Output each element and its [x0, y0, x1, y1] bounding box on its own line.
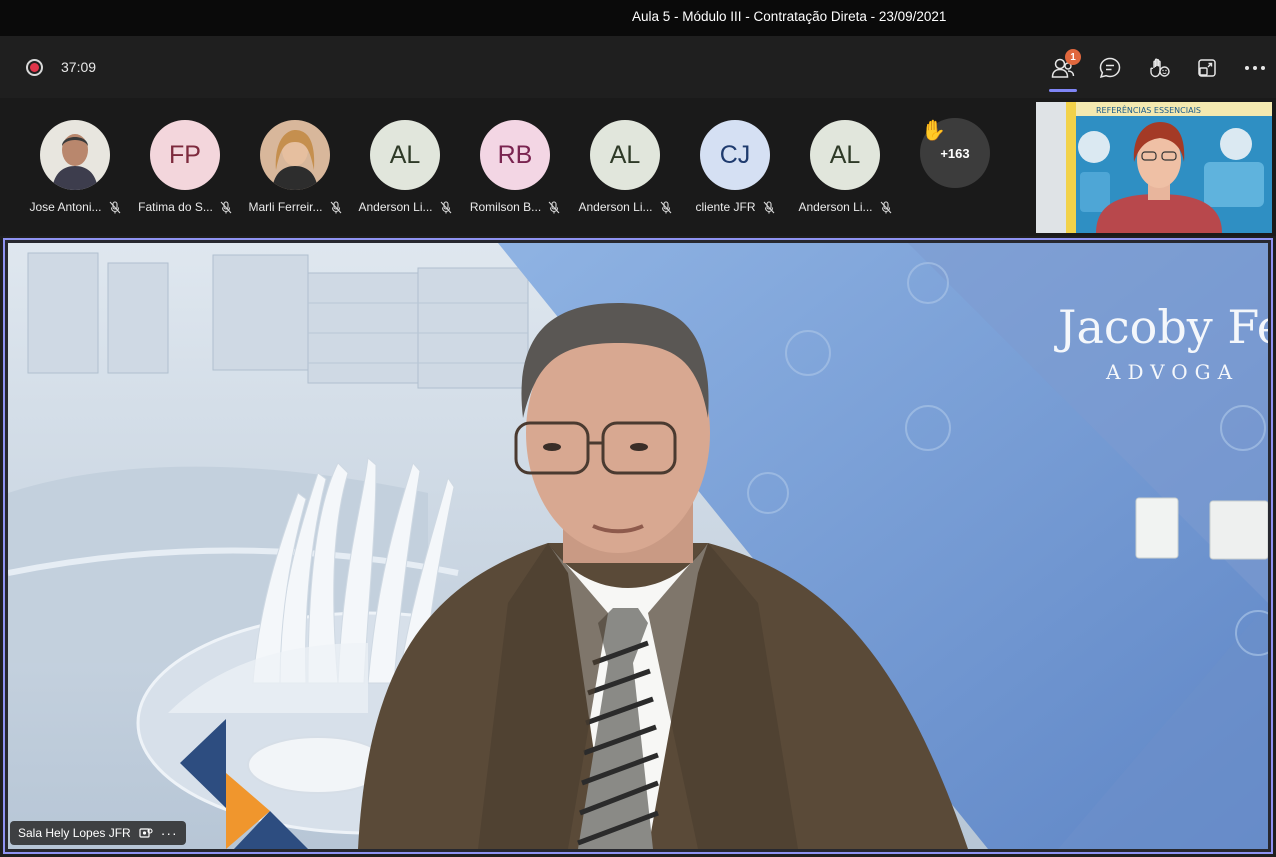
participant-avatar: AL [370, 120, 440, 190]
meeting-timer: 37:09 [61, 59, 97, 75]
presenter-name: Sala Hely Lopes JFR [18, 826, 131, 840]
mic-off-icon [880, 200, 891, 213]
raised-hand-icon: ✋ [921, 120, 946, 142]
record-icon [26, 59, 43, 76]
participant-name-row: Jose Antoni... [20, 200, 130, 214]
mic-off-icon [763, 200, 774, 213]
avatar-initials: FP [169, 140, 201, 169]
participant-tile[interactable]: Jose Antoni... [20, 120, 130, 216]
participant-avatar: RB [480, 120, 550, 190]
participant-name: cliente JFR [695, 200, 756, 214]
participant-avatar [40, 120, 110, 190]
mic-off-icon [220, 200, 232, 213]
participant-tile[interactable]: Marli Ferreir... [240, 120, 350, 216]
meeting-toolbar: 37:09 1 [0, 36, 1276, 98]
participant-avatar: AL [810, 120, 880, 190]
participant-name-row: Anderson Li... [350, 200, 460, 214]
participant-name: Jose Antoni... [29, 200, 102, 214]
share-tray-button[interactable] [1190, 52, 1224, 84]
presenter-video-frame: Jacoby Fe ADVOGA [8, 243, 1268, 849]
participant-avatar: FP [150, 120, 220, 190]
participant-name-row: Marli Ferreir... [240, 200, 350, 214]
participant-tile[interactable]: AL Anderson Li... [570, 120, 680, 216]
overflow-count: +163 [940, 145, 970, 161]
people-button[interactable]: 1 [1046, 49, 1081, 92]
participant-name: Anderson Li... [358, 200, 433, 214]
participant-name: Fatima do S... [138, 200, 213, 214]
participant-name-row: Romilson B... [460, 200, 570, 214]
participant-avatar: AL [590, 120, 660, 190]
raise-hand-icon [1150, 58, 1170, 78]
participant-tile[interactable]: AL Anderson Li... [790, 120, 900, 216]
participant-name: Anderson Li... [578, 200, 653, 214]
mic-off-icon [440, 200, 451, 213]
active-tab-indicator [1049, 89, 1077, 92]
mic-off-icon [109, 200, 120, 213]
participant-tile[interactable]: FP Fatima do S... [130, 120, 240, 216]
participant-avatar: CJ [700, 120, 770, 190]
backdrop-logo: Jacoby Fe [1054, 300, 1268, 354]
participant-name-row: cliente JFR [680, 200, 790, 214]
backdrop-subtitle: ADVOGA [1105, 360, 1239, 384]
avatar-photo [40, 120, 110, 190]
participant-name: Romilson B... [469, 200, 542, 214]
more-options-icon [1245, 66, 1265, 70]
tile-more-options[interactable]: ··· [161, 825, 178, 841]
people-count-badge: 1 [1065, 49, 1081, 65]
title-bar: Aula 5 - Módulo III - Contratação Direta… [0, 0, 1276, 36]
avatar-initials: RB [497, 140, 533, 169]
share-tray-icon [1198, 59, 1216, 77]
avatar-initials: AL [829, 140, 861, 169]
participant-name-row: Fatima do S... [130, 200, 240, 214]
participant-name: Marli Ferreir... [248, 200, 323, 214]
mic-off-icon [660, 200, 671, 213]
main-video-stage[interactable]: Jacoby Fe ADVOGA [3, 238, 1273, 854]
chat-icon [1099, 57, 1121, 79]
participant-name-row: Anderson Li... [570, 200, 680, 214]
participant-avatar [260, 120, 330, 190]
chat-button[interactable] [1093, 52, 1127, 84]
room-icon [139, 828, 153, 838]
presenter-video: Jacoby Fe ADVOGA [8, 243, 1268, 849]
avatar-initials: AL [389, 140, 421, 169]
participant-tile[interactable]: AL Anderson Li... [350, 120, 460, 216]
participant-name: Anderson Li... [798, 200, 873, 214]
self-view-banner: REFERÊNCIAS ESSENCIAIS [1096, 104, 1201, 115]
participant-tile[interactable]: CJ cliente JFR [680, 120, 790, 216]
mic-off-icon [548, 200, 560, 213]
meeting-title: Aula 5 - Módulo III - Contratação Direta… [632, 9, 947, 24]
participant-name-row: Anderson Li... [790, 200, 900, 214]
more-options-button[interactable] [1238, 52, 1272, 84]
self-view-video[interactable]: REFERÊNCIAS ESSENCIAIS [1036, 102, 1272, 233]
avatar-initials: AL [609, 140, 641, 169]
reactions-button[interactable] [1142, 52, 1176, 84]
presenter-name-tag[interactable]: Sala Hely Lopes JFR ··· [10, 821, 186, 845]
avatar-initials: CJ [719, 140, 751, 169]
participant-tile[interactable]: RB Romilson B... [460, 120, 570, 216]
self-view-image: REFERÊNCIAS ESSENCIAIS [1036, 102, 1272, 233]
teams-meeting-window: Aula 5 - Módulo III - Contratação Direta… [0, 0, 1276, 857]
avatar-photo [260, 120, 330, 190]
mic-off-icon [330, 200, 341, 213]
